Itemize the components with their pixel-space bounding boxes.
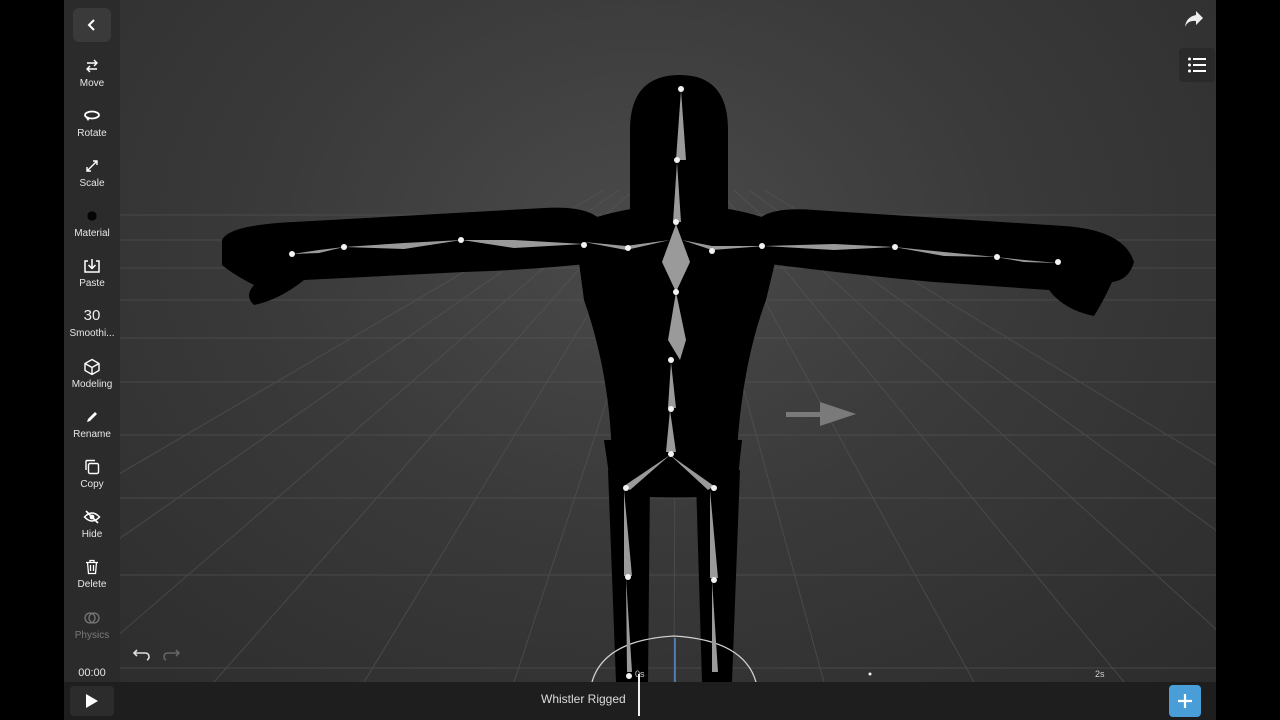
delete-label: Delete — [77, 579, 107, 590]
move-arrow-gizmo — [786, 402, 856, 426]
paste-download-icon — [83, 256, 101, 276]
paste-tool-button[interactable]: Paste — [64, 254, 120, 302]
copy-tool-button[interactable]: Copy — [64, 455, 120, 503]
timeline-playhead[interactable] — [638, 674, 640, 716]
modeling-tool-button[interactable]: Modeling — [64, 355, 120, 403]
redo-button[interactable] — [161, 646, 183, 664]
timeline-tick-end: 2s — [1095, 669, 1105, 679]
rename-label: Rename — [73, 429, 111, 440]
chevron-left-icon — [87, 19, 95, 31]
pencil-icon — [85, 407, 99, 427]
move-tool-button[interactable]: Move — [64, 54, 120, 102]
hide-tool-button[interactable]: Hide — [64, 505, 120, 553]
rotate-label: Rotate — [77, 128, 107, 139]
scale-label: Scale — [79, 178, 105, 189]
animation-clip-name[interactable]: Whistler Rigged — [541, 692, 626, 706]
smoothing-tool-button[interactable]: 30 Smoothi... — [64, 304, 120, 352]
plus-icon — [1178, 694, 1192, 708]
timeline-bar[interactable]: Whistler Rigged — [64, 674, 1216, 720]
letterbox-right — [1216, 0, 1280, 720]
play-icon — [86, 694, 98, 708]
scale-diagonal-icon — [85, 156, 99, 176]
copy-icon — [84, 457, 100, 477]
copy-label: Copy — [80, 479, 104, 490]
character-mesh — [222, 75, 1134, 682]
rotate-icon — [83, 106, 101, 126]
3d-viewport[interactable] — [64, 0, 1216, 682]
smoothing-value: 30 — [83, 307, 101, 324]
material-tool-button[interactable]: Material — [64, 204, 120, 252]
rename-tool-button[interactable]: Rename — [64, 405, 120, 453]
letterbox-left — [0, 0, 64, 720]
scene-render — [64, 75, 1216, 682]
material-swatch-icon — [86, 206, 98, 226]
rotate-tool-button[interactable]: Rotate — [64, 104, 120, 152]
move-label: Move — [79, 78, 105, 89]
eye-slash-icon — [83, 507, 101, 527]
redo-icon — [163, 649, 181, 661]
share-arrow-icon — [1185, 11, 1203, 27]
play-button[interactable] — [70, 686, 114, 716]
physics-tool-button[interactable]: Physics — [64, 606, 120, 654]
back-button[interactable] — [73, 8, 111, 42]
cube-icon — [83, 357, 101, 377]
add-keyframe-button[interactable] — [1169, 685, 1201, 717]
paste-label: Paste — [79, 278, 105, 289]
undo-button[interactable] — [132, 646, 154, 664]
move-arrows-icon — [84, 56, 100, 76]
hide-label: Hide — [81, 529, 103, 540]
delete-tool-button[interactable]: Delete — [64, 555, 120, 603]
smoothing-label: Smoothi... — [69, 328, 115, 339]
undo-icon — [132, 649, 150, 661]
modeling-label: Modeling — [71, 379, 113, 390]
outliner-list-button[interactable] — [1179, 48, 1215, 82]
list-icon — [1188, 57, 1206, 73]
material-label: Material — [74, 228, 110, 239]
share-button[interactable] — [1182, 8, 1208, 32]
physics-icon — [83, 608, 101, 628]
current-time-readout: 00:00 — [78, 667, 106, 679]
scale-tool-button[interactable]: Scale — [64, 154, 120, 202]
left-toolbar: Move Rotate Scale Material Paste 30 Smoo… — [64, 0, 120, 682]
physics-label: Physics — [74, 630, 110, 641]
trash-icon — [85, 557, 99, 577]
